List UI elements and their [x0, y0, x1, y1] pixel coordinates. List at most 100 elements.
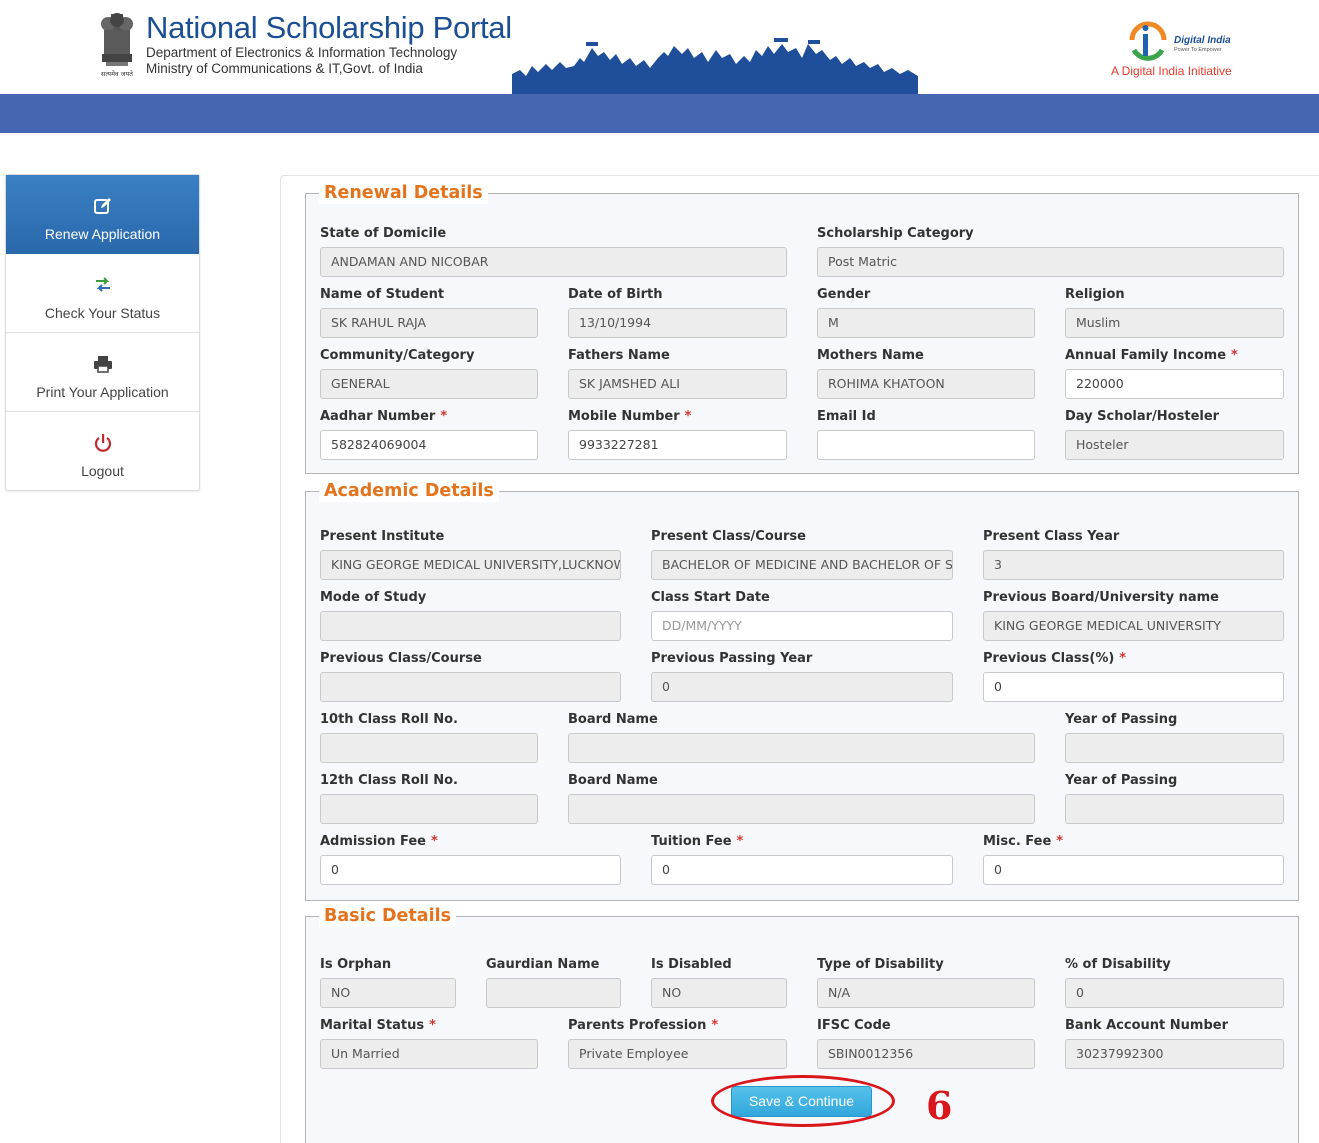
previous-course-label: Previous Class/Course: [320, 651, 482, 666]
sidebar-item-logout[interactable]: Logout: [6, 412, 199, 490]
disabled-field[interactable]: NO: [651, 978, 787, 1008]
board12-field[interactable]: [568, 794, 1035, 824]
scholar-type-field[interactable]: Hosteler: [1065, 430, 1284, 460]
tuition-fee-input[interactable]: 0: [651, 855, 953, 885]
required-marker: *: [736, 834, 744, 849]
mobile-label: Mobile Number *: [568, 409, 691, 424]
roll10-field[interactable]: [320, 733, 538, 763]
aadhar-input[interactable]: 582824069004: [320, 430, 538, 460]
previous-year-field[interactable]: 0: [651, 672, 953, 702]
renewal-details-title: Renewal Details: [319, 182, 488, 204]
marital-status-label-text: Marital Status: [320, 1018, 425, 1033]
graduates-skyline-banner: [512, 38, 918, 94]
scholarship-category-label: Scholarship Category: [817, 226, 974, 241]
academic-details-title: Academic Details: [319, 480, 499, 502]
power-icon: [94, 434, 111, 452]
required-marker: *: [1119, 651, 1127, 666]
orphan-field[interactable]: NO: [320, 978, 456, 1008]
dob-label: Date of Birth: [568, 287, 663, 302]
state-field[interactable]: ANDAMAN AND NICOBAR: [320, 247, 787, 277]
institute-field[interactable]: KING GEORGE MEDICAL UNIVERSITY,LUCKNOW: [320, 550, 621, 580]
sidebar-item-label: Print Your Application: [36, 384, 169, 400]
board10-label: Board Name: [568, 712, 658, 727]
disabled-label: Is Disabled: [651, 957, 732, 972]
scholarship-category-field[interactable]: Post Matric: [817, 247, 1284, 277]
emblem-caption: सत्यमेव जयते: [101, 70, 133, 78]
previous-percent-input[interactable]: 0: [983, 672, 1284, 702]
misc-fee-input[interactable]: 0: [983, 855, 1284, 885]
account-number-field[interactable]: 30237992300: [1065, 1039, 1284, 1069]
email-input[interactable]: [817, 430, 1035, 460]
aadhar-label: Aadhar Number *: [320, 409, 447, 424]
gender-field[interactable]: M: [817, 308, 1035, 338]
mother-name-field[interactable]: ROHIMA KHATOON: [817, 369, 1035, 399]
mobile-input[interactable]: 9933227281: [568, 430, 787, 460]
aadhar-label-text: Aadhar Number: [320, 409, 436, 424]
mobile-label-text: Mobile Number: [568, 409, 680, 424]
class-year-field[interactable]: 3: [983, 550, 1284, 580]
department-name: Department of Electronics & Information …: [146, 45, 458, 60]
income-input[interactable]: 220000: [1065, 369, 1284, 399]
required-marker: *: [429, 1018, 436, 1033]
digital-india-brand: Digital India: [1174, 35, 1231, 46]
student-name-field[interactable]: SK RAHUL RAJA: [320, 308, 538, 338]
father-name-field[interactable]: SK JAMSHED ALI: [568, 369, 787, 399]
course-field[interactable]: BACHELOR OF MEDICINE AND BACHELOR OF SUR…: [651, 550, 953, 580]
admission-fee-label: Admission Fee *: [320, 834, 438, 849]
national-emblem-icon: सत्यमेव जयते: [101, 13, 133, 78]
father-name-label: Fathers Name: [568, 348, 670, 363]
digital-india-slogan: Power To Empower: [1174, 47, 1222, 53]
ministry-name: Ministry of Communications & IT,Govt. of…: [146, 61, 423, 76]
disability-percent-label: % of Disability: [1065, 957, 1171, 972]
required-marker: *: [440, 409, 448, 424]
admission-fee-input[interactable]: 0: [320, 855, 621, 885]
guardian-label: Gaurdian Name: [486, 957, 600, 972]
marital-status-field[interactable]: Un Married: [320, 1039, 538, 1069]
state-label: State of Domicile: [320, 226, 447, 241]
year12-field[interactable]: [1065, 794, 1284, 824]
parents-profession-label: Parents Profession *: [568, 1018, 718, 1033]
navigation-band: [0, 94, 1319, 133]
site-header: सत्यमेव जयते National Scholarship Portal…: [0, 0, 1319, 94]
class-start-label: Class Start Date: [651, 590, 770, 605]
class-start-date-input[interactable]: DD/MM/YYYY: [651, 611, 953, 641]
sidebar-item-label: Renew Application: [44, 226, 161, 242]
transfer-arrows-icon: [95, 277, 110, 292]
misc-fee-label-text: Misc. Fee: [983, 834, 1052, 849]
roll10-label: 10th Class Roll No.: [320, 712, 458, 727]
roll12-field[interactable]: [320, 794, 538, 824]
year10-field[interactable]: [1065, 733, 1284, 763]
misc-fee-label: Misc. Fee *: [983, 834, 1063, 849]
tuition-fee-label-text: Tuition Fee: [651, 834, 732, 849]
religion-label: Religion: [1065, 287, 1125, 302]
sidebar-menu: Renew Application Check Your Status Prin…: [5, 174, 200, 491]
student-name-label: Name of Student: [320, 287, 445, 302]
sidebar-item-label: Check Your Status: [44, 305, 161, 321]
mode-of-study-field[interactable]: [320, 611, 621, 641]
previous-board-field[interactable]: KING GEORGE MEDICAL UNIVERSITY: [983, 611, 1284, 641]
year12-label: Year of Passing: [1065, 773, 1178, 788]
email-label: Email Id: [817, 409, 876, 424]
community-field[interactable]: GENERAL: [320, 369, 538, 399]
sidebar-item-print-application[interactable]: Print Your Application: [6, 333, 199, 412]
sidebar-item-renew-application[interactable]: Renew Application: [6, 175, 199, 254]
dob-field[interactable]: 13/10/1994: [568, 308, 787, 338]
course-label: Present Class/Course: [651, 529, 806, 544]
sidebar-item-check-status[interactable]: Check Your Status: [6, 254, 199, 333]
previous-percent-label-text: Previous Class(%): [983, 651, 1115, 666]
marital-status-label: Marital Status *: [320, 1018, 436, 1033]
parents-profession-field[interactable]: Private Employee: [568, 1039, 787, 1069]
required-marker: *: [684, 409, 692, 424]
previous-board-label: Previous Board/University name: [983, 590, 1219, 605]
disability-type-label: Type of Disability: [817, 957, 944, 972]
ifsc-field[interactable]: SBIN0012356: [817, 1039, 1035, 1069]
gender-label: Gender: [817, 287, 871, 302]
guardian-field[interactable]: [486, 978, 621, 1008]
disability-percent-field[interactable]: 0: [1065, 978, 1284, 1008]
previous-course-field[interactable]: [320, 672, 621, 702]
board10-field[interactable]: [568, 733, 1035, 763]
religion-field[interactable]: Muslim: [1065, 308, 1284, 338]
disability-type-field[interactable]: N/A: [817, 978, 1035, 1008]
roll12-label: 12th Class Roll No.: [320, 773, 458, 788]
tuition-fee-label: Tuition Fee *: [651, 834, 743, 849]
